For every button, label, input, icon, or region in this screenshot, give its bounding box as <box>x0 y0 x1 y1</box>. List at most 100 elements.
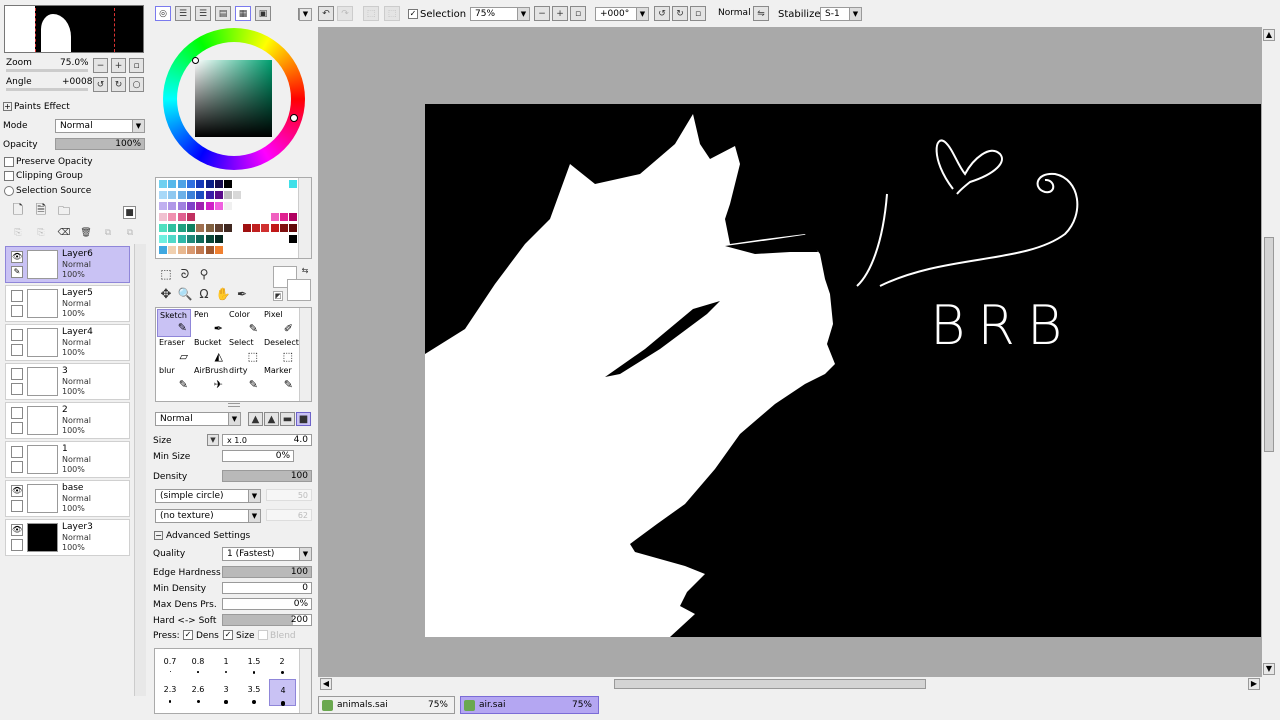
color-swatch[interactable] <box>177 191 186 199</box>
tool-dirty[interactable]: dirty ✎ <box>227 365 261 393</box>
brush-size-preset[interactable]: 2 <box>269 651 296 678</box>
color-swatch[interactable] <box>214 180 223 188</box>
brush-size-preset[interactable]: 1.5 <box>241 651 268 678</box>
merge-visible-button[interactable]: ⧉ <box>100 225 116 241</box>
brush-size-preset[interactable]: 0.7 <box>157 651 184 678</box>
color-swatch[interactable] <box>261 224 270 232</box>
magic-wand-icon[interactable]: ⚲ <box>196 266 212 282</box>
color-mixer-tab[interactable]: ▤ <box>215 6 231 21</box>
color-swatch[interactable] <box>186 202 195 210</box>
transfer-down-button[interactable]: ⎘ <box>10 225 26 241</box>
saturation-value-square[interactable] <box>195 60 272 137</box>
transparent-color-icon[interactable]: ◩ <box>273 291 283 301</box>
zoom-icon[interactable]: 🔍 <box>177 286 193 302</box>
toolbar-zoom-reset-button[interactable]: ▫ <box>570 6 586 21</box>
brush-size-preset[interactable]: 3.5 <box>241 679 268 706</box>
tab-air[interactable]: air.sai 75% <box>460 696 599 714</box>
layer-mask-button[interactable]: ■ <box>123 206 136 219</box>
color-swatch[interactable] <box>196 235 205 243</box>
stabilizer-select[interactable]: S-1 ▼ <box>820 7 862 21</box>
color-swatch[interactable] <box>224 235 233 243</box>
size-slider[interactable]: x 1.0 4.0 <box>222 434 312 446</box>
scratchpad-tab[interactable]: ▣ <box>255 6 271 21</box>
layer-row[interactable]: 👁 base Normal 100% <box>5 480 130 517</box>
color-swatch[interactable] <box>289 224 298 232</box>
color-swatch[interactable] <box>224 246 233 254</box>
color-swatch[interactable] <box>196 224 205 232</box>
color-swatch[interactable] <box>186 213 195 221</box>
advanced-settings-toggle[interactable]: − Advanced Settings <box>154 531 250 541</box>
color-swatch[interactable] <box>279 191 288 199</box>
color-swatch[interactable] <box>224 202 233 210</box>
color-swatch[interactable] <box>205 235 214 243</box>
clipping-group-checkbox[interactable] <box>4 171 14 181</box>
new-folder-button[interactable]: 🗀 <box>56 204 72 220</box>
color-swatch[interactable] <box>233 202 242 210</box>
color-swatch[interactable] <box>279 235 288 243</box>
color-swatch[interactable] <box>196 191 205 199</box>
rotate-right-button[interactable]: ↻ <box>111 77 126 92</box>
canvas-vertical-scrollbar[interactable]: ▲ ▼ <box>1262 27 1276 677</box>
scroll-down-arrow[interactable]: ▼ <box>1263 663 1275 675</box>
color-swatch[interactable] <box>270 246 279 254</box>
layer-row[interactable]: 2 Normal 100% <box>5 402 130 439</box>
background-color-swatch[interactable] <box>287 279 311 301</box>
brush-size-preset[interactable]: 4 <box>269 679 296 706</box>
layer-mode-select[interactable]: Normal ▼ <box>55 119 145 133</box>
eyedropper-icon[interactable]: ✒ <box>234 286 250 302</box>
color-swatch[interactable] <box>224 213 233 221</box>
color-swatch[interactable] <box>168 202 177 210</box>
texture-strength-slider[interactable]: 62 <box>266 509 312 521</box>
color-swatch[interactable] <box>252 246 260 254</box>
tool-grid-scrollbar[interactable] <box>299 308 311 401</box>
tab-animals[interactable]: animals.sai 75% <box>318 696 455 714</box>
layer-row[interactable]: Layer5 Normal 100% <box>5 285 130 322</box>
hard-soft-slider[interactable]: 200 <box>222 614 312 626</box>
color-swatch[interactable] <box>289 191 298 199</box>
color-swatch[interactable] <box>196 202 205 210</box>
color-swatch[interactable] <box>233 224 242 232</box>
layer-lock-icon[interactable]: ✎ <box>11 266 23 278</box>
color-swatch[interactable] <box>214 246 223 254</box>
color-swatch[interactable] <box>177 213 186 221</box>
tool-pixel[interactable]: Pixel ✐ <box>262 309 296 337</box>
tool-eraser[interactable]: Eraser ▱ <box>157 337 191 365</box>
layer-row[interactable]: 3 Normal 100% <box>5 363 130 400</box>
press-blend-checkbox[interactable] <box>258 630 268 640</box>
color-swatch[interactable] <box>205 246 214 254</box>
horizontal-scroll-thumb[interactable] <box>614 679 926 689</box>
hue-marker[interactable] <box>290 114 298 122</box>
color-swatch[interactable] <box>242 180 251 188</box>
color-swatch[interactable] <box>279 246 288 254</box>
color-swatch[interactable] <box>233 213 242 221</box>
color-swatch[interactable] <box>233 180 242 188</box>
press-dens-checkbox[interactable]: ✓ <box>183 630 193 640</box>
color-swatch[interactable] <box>168 191 177 199</box>
zoom-reset-button[interactable]: ▫ <box>129 58 144 73</box>
toolbar-zoom-out-button[interactable]: − <box>534 6 550 21</box>
layer-lock-icon[interactable] <box>11 344 23 356</box>
visibility-eye-icon[interactable] <box>11 446 23 458</box>
toolbar-rotate-reset-button[interactable]: ▫ <box>690 6 706 21</box>
color-swatch[interactable] <box>270 180 279 188</box>
move-icon[interactable]: ✥ <box>158 286 174 302</box>
color-swatch[interactable] <box>159 202 167 210</box>
scroll-right-arrow[interactable]: ▶ <box>1248 678 1260 690</box>
color-swatch[interactable] <box>196 213 205 221</box>
swatches-scrollbar[interactable] <box>298 178 311 258</box>
layer-lock-icon[interactable] <box>11 305 23 317</box>
selection-source-checkbox[interactable] <box>4 186 14 196</box>
visibility-eye-icon[interactable] <box>11 290 23 302</box>
hsv-slider-tab[interactable]: ☰ <box>195 6 211 21</box>
hand-icon[interactable]: ✋ <box>215 286 231 302</box>
min-size-slider[interactable]: 0% <box>222 450 294 462</box>
color-swatch[interactable] <box>168 213 177 221</box>
angle-slider[interactable] <box>6 88 88 91</box>
zoom-slider[interactable] <box>6 69 88 72</box>
layer-list-scrollbar[interactable] <box>134 244 146 696</box>
toolbar-rotate-right-button[interactable]: ↻ <box>672 6 688 21</box>
visibility-eye-icon[interactable] <box>11 329 23 341</box>
canvas-viewport[interactable]: BRB ▲ ▼ <box>318 27 1276 677</box>
color-swatch[interactable] <box>159 180 167 188</box>
new-linework-layer-button[interactable]: 🗎 <box>33 203 49 220</box>
